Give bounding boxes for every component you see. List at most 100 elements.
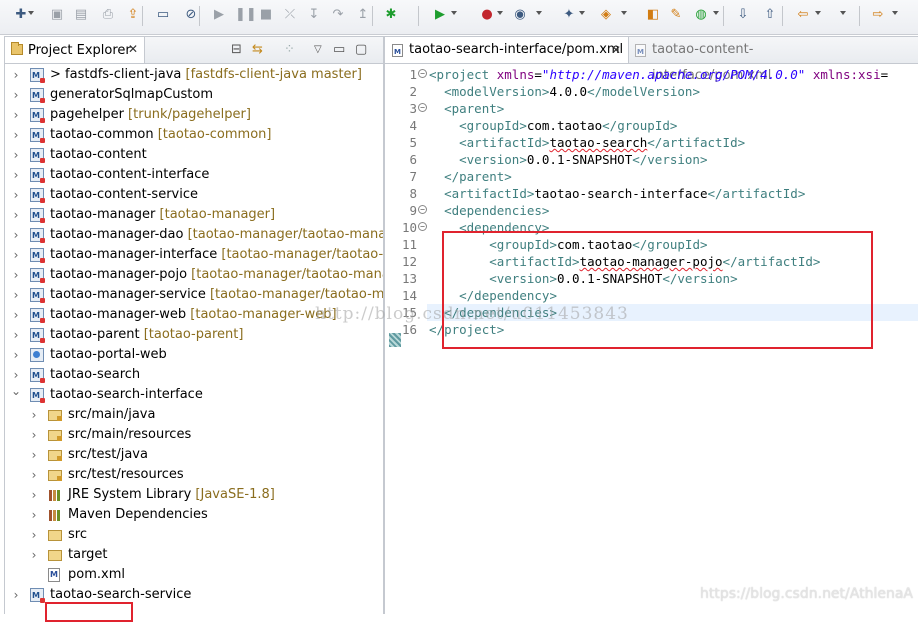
run-icon[interactable]: ▶ xyxy=(432,7,448,23)
tree-item[interactable]: › generatorSqlmapCustom xyxy=(5,85,383,106)
chevron-down-icon[interactable] xyxy=(451,11,457,15)
code-line[interactable]: 5 <artifactId>taotao-search</artifactId> xyxy=(385,134,918,151)
search-icon[interactable]: ✎ xyxy=(668,7,684,23)
save-icon[interactable]: ▣ xyxy=(49,7,65,23)
chevron-right-icon[interactable]: › xyxy=(11,325,21,345)
chevron-right-icon[interactable]: › xyxy=(11,145,21,165)
tree-item[interactable]: › src xyxy=(5,525,383,545)
chevron-right-icon[interactable]: › xyxy=(29,485,39,505)
tree-item[interactable]: › src/test/java xyxy=(5,445,383,465)
collapse-all-icon[interactable]: ⊟ xyxy=(231,42,242,57)
close-icon[interactable]: ✕ xyxy=(611,37,621,63)
chevron-right-icon[interactable]: › xyxy=(11,305,21,325)
tree-item[interactable]: ⌄ taotao-search-interface xyxy=(5,384,383,406)
tree-item[interactable]: › > fastdfs-client-java [fastdfs-client-j… xyxy=(5,65,383,86)
chevron-right-icon[interactable]: › xyxy=(11,265,21,285)
tree-item[interactable]: › taotao-content-interface xyxy=(5,165,383,186)
code-line[interactable]: 4 <groupId>com.taotao</groupId> xyxy=(385,117,918,134)
new-java-class-icon[interactable]: ✦ xyxy=(561,7,577,23)
chevron-down-icon[interactable] xyxy=(840,11,846,15)
chevron-right-icon[interactable]: › xyxy=(11,345,21,365)
chevron-right-icon[interactable]: › xyxy=(11,125,21,145)
terminate-icon[interactable]: ■ xyxy=(258,7,274,23)
console-icon[interactable]: ▭ xyxy=(155,7,171,23)
link-with-editor-icon[interactable]: ⇆ xyxy=(252,42,263,57)
filters-icon[interactable]: ⁘ xyxy=(284,42,295,57)
fold-toggle-icon[interactable]: − xyxy=(418,103,427,112)
chevron-right-icon[interactable]: › xyxy=(29,425,39,445)
chevron-down-icon[interactable] xyxy=(713,11,719,15)
code-line[interactable]: 8 <artifactId>taotao-search-interface</a… xyxy=(385,185,918,202)
chevron-down-icon[interactable] xyxy=(536,11,542,15)
code-line[interactable]: 3− <parent> xyxy=(385,100,918,117)
chevron-right-icon[interactable]: › xyxy=(11,165,21,185)
publish-icon[interactable]: ⇪ xyxy=(125,7,141,23)
tree-item[interactable]: › pagehelper [trunk/pagehelper] xyxy=(5,105,383,126)
view-menu-icon[interactable]: ▽ xyxy=(314,44,322,55)
fold-toggle-icon[interactable]: − xyxy=(418,222,427,231)
chevron-down-icon[interactable] xyxy=(892,11,898,15)
tree-item[interactable]: › src/test/resources xyxy=(5,465,383,485)
step-into-icon[interactable]: ↧ xyxy=(306,7,322,23)
chevron-right-icon[interactable]: › xyxy=(11,585,21,605)
step-return-icon[interactable]: ↥ xyxy=(355,7,371,23)
tree-item[interactable]: › taotao-content-service xyxy=(5,185,383,206)
chevron-right-icon[interactable]: › xyxy=(11,245,21,265)
tree-item[interactable]: › taotao-common [taotao-common] xyxy=(5,125,383,146)
code-line[interactable]: 1− <project xmlns="http://maven.apache.or… xyxy=(385,66,918,83)
tree-item[interactable]: › taotao-content xyxy=(5,145,383,166)
chevron-down-icon[interactable] xyxy=(815,11,821,15)
tab-content-interface-pom[interactable]: taotao-content-interface/pom.xml xyxy=(628,37,858,83)
fold-toggle-icon[interactable]: − xyxy=(418,69,427,78)
chevron-right-icon[interactable]: › xyxy=(29,525,39,545)
chevron-right-icon[interactable]: › xyxy=(11,65,21,85)
previous-annotation-icon[interactable]: ⇧ xyxy=(762,7,778,23)
run-external-icon[interactable]: ● xyxy=(479,7,495,23)
tab-search-interface-pom[interactable]: taotao-search-interface/pom.xml ✕ xyxy=(385,37,629,65)
tree-item[interactable]: › src/main/java xyxy=(5,405,383,425)
tree-item[interactable]: › JRE System Library [JavaSE-1.8] xyxy=(5,485,383,505)
tree-item[interactable]: › taotao-portal-web xyxy=(5,345,383,365)
chevron-right-icon[interactable]: › xyxy=(29,465,39,485)
disconnect-icon[interactable]: ⤫ xyxy=(282,7,298,23)
code-line[interactable]: 9− <dependencies> xyxy=(385,202,918,219)
coverage-icon[interactable]: ◉ xyxy=(512,7,528,23)
tree-item[interactable]: › taotao-manager-dao [taotao-manager/taot… xyxy=(5,225,383,246)
chevron-right-icon[interactable]: › xyxy=(29,505,39,525)
chevron-right-icon[interactable]: › xyxy=(11,225,21,245)
back-icon[interactable]: ⇦ xyxy=(795,7,811,23)
debug-icon[interactable]: ✱ xyxy=(383,7,399,23)
step-over-icon[interactable]: ↷ xyxy=(330,7,346,23)
tree-item[interactable]: ›taotao-search xyxy=(5,365,383,386)
code-line[interactable]: 7 </parent> xyxy=(385,168,918,185)
maximize-icon[interactable]: ▢ xyxy=(355,42,367,57)
chevron-right-icon[interactable]: › xyxy=(11,285,21,305)
chevron-right-icon[interactable]: › xyxy=(29,545,39,565)
project-explorer-tab[interactable]: Project Explorer ✕ xyxy=(5,37,145,63)
web-browser-icon[interactable]: ◍ xyxy=(693,7,709,23)
code-line[interactable]: 2 <modelVersion>4.0.0</modelVersion> xyxy=(385,83,918,100)
tree-item[interactable]: › target xyxy=(5,545,383,565)
chevron-down-icon[interactable] xyxy=(28,11,34,15)
chevron-down-icon[interactable]: ⌄ xyxy=(11,381,21,401)
minimize-icon[interactable]: ▭ xyxy=(333,42,345,57)
code-line[interactable]: 6 <version>0.0.1-SNAPSHOT</version> xyxy=(385,151,918,168)
skip-breakpoints-icon[interactable]: ⊘ xyxy=(183,7,199,23)
suspend-icon[interactable]: ❚❚ xyxy=(235,7,257,23)
open-type-icon[interactable]: ◈ xyxy=(598,7,614,23)
fold-toggle-icon[interactable]: − xyxy=(418,205,427,214)
tree-item[interactable]: › taotao-manager-service [taotao-manager/… xyxy=(5,285,383,306)
chevron-right-icon[interactable]: › xyxy=(11,205,21,225)
tree-item[interactable]: › Maven Dependencies xyxy=(5,505,383,525)
chevron-down-icon[interactable] xyxy=(621,11,627,15)
forward-icon[interactable]: ⇨ xyxy=(870,7,886,23)
chevron-right-icon[interactable]: › xyxy=(29,405,39,425)
chevron-down-icon[interactable] xyxy=(579,11,585,15)
close-icon[interactable]: ✕ xyxy=(128,42,138,56)
tree-item[interactable]: › taotao-manager-pojo [taotao-manager/tao… xyxy=(5,265,383,286)
next-annotation-icon[interactable]: ⇩ xyxy=(735,7,751,23)
chevron-right-icon[interactable]: › xyxy=(11,185,21,205)
print-icon[interactable]: ⎙ xyxy=(100,7,116,23)
save-all-icon[interactable]: ▤ xyxy=(73,7,89,23)
xml-source-editor[interactable]: 1− <project xmlns="http://maven.apache.or… xyxy=(385,64,918,614)
